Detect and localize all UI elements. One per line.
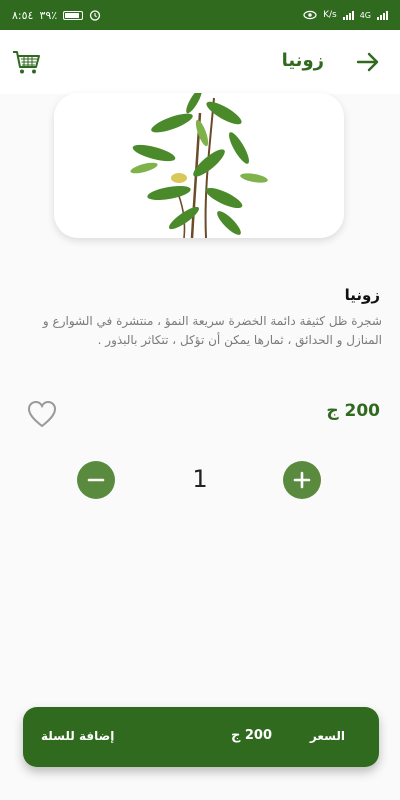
plant-image [130,93,268,238]
decrease-quantity-button[interactable] [77,461,115,499]
status-bar: ٨:٥٤ ٣٩٪ K/s 4G [0,0,400,30]
eye-icon [303,10,317,20]
product-description: شجرة ظل كثيفة دائمة الخضرة سريعة النمؤ ،… [42,314,382,347]
cart-bar-price-label: السعر [309,729,345,743]
quantity-value: 1 [192,465,208,493]
product-price: 200 ج [326,401,380,421]
battery-percent: ٣٩٪ [39,8,58,22]
battery-icon [63,10,84,20]
add-to-cart-label: إضافة للسلة [41,729,115,743]
status-right: K/s 4G [303,10,388,20]
increase-quantity-button[interactable] [283,461,321,499]
signal-icon [342,10,354,20]
alarm-icon [90,10,101,21]
cart-icon[interactable] [10,46,42,78]
status-left: ٨:٥٤ ٣٩٪ [12,9,101,22]
network-type: 4G [359,10,371,20]
cart-bar-price: 200 ج [230,728,272,743]
heart-icon[interactable] [27,400,57,428]
plus-icon [293,471,311,489]
network-speed: K/s [323,10,337,20]
back-arrow-icon[interactable] [356,50,380,74]
page-title: زونيا [281,50,324,71]
minus-icon [87,478,105,482]
product-name: زونيا [344,286,380,304]
app-header: زونيا [0,30,400,94]
signal-icon-2 [377,10,388,20]
product-image-card [54,93,344,238]
add-to-cart-button[interactable]: إضافة للسلة 200 ج السعر [23,707,379,767]
status-time: ٨:٥٤ [12,8,34,22]
